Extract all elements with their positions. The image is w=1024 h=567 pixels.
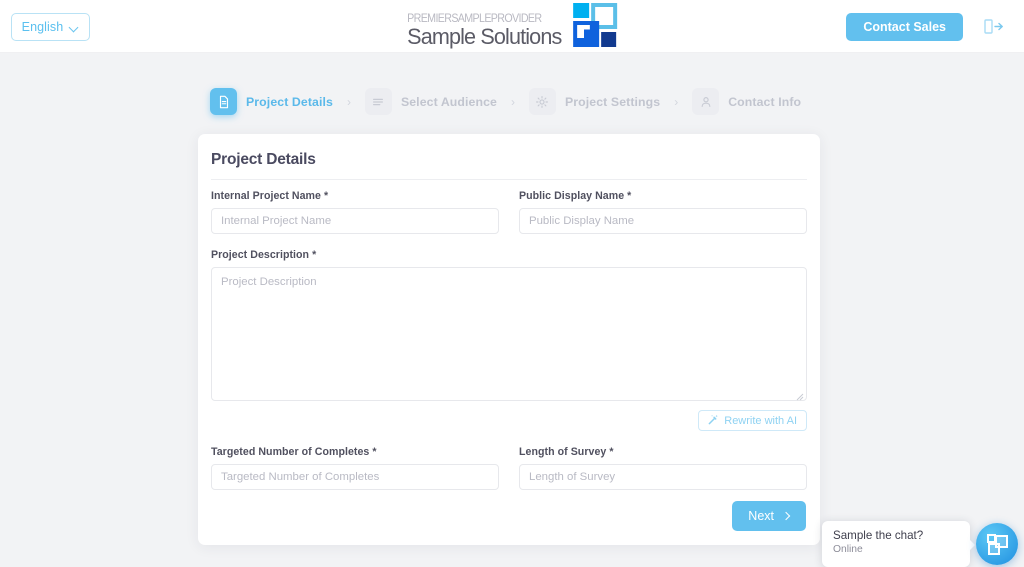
stepper-step-project-settings[interactable]: Project Settings	[528, 88, 661, 115]
language-selector[interactable]: English	[11, 13, 90, 41]
length-of-survey-group: Length of Survey *	[519, 446, 807, 490]
brand-logo: PREMIERSAMPLEPROVIDER Sample Solutions	[407, 3, 617, 49]
gear-icon	[528, 88, 556, 115]
card-divider	[211, 179, 807, 180]
length-of-survey-input[interactable]	[519, 464, 807, 490]
chat-prompt-title: Sample the chat?	[833, 529, 924, 542]
magic-wand-icon	[708, 414, 719, 428]
internal-project-name-label: Internal Project Name *	[211, 190, 329, 202]
squares-logo-mark-icon	[572, 3, 617, 47]
document-icon	[210, 88, 237, 115]
language-selector-label: English	[21, 20, 64, 34]
chat-launcher-button[interactable]	[976, 523, 1018, 565]
project-details-card: Project Details Internal Project Name * …	[198, 134, 820, 545]
stepper-label-contact-info: Contact Info	[728, 94, 802, 109]
login-arrow-icon[interactable]	[984, 19, 1003, 34]
person-icon	[692, 88, 720, 115]
chevron-down-icon	[70, 23, 79, 32]
page-title: Project Details	[211, 151, 316, 168]
stepper-separator-2: ›	[510, 94, 515, 109]
survey-fields-row: Targeted Number of Completes * Length of…	[211, 446, 807, 490]
page-root: English PREMIERSAMPLEPROVIDER Sample Sol…	[0, 0, 1024, 567]
contact-sales-button[interactable]: Contact Sales	[846, 13, 963, 41]
chat-status-label: Online	[833, 544, 863, 555]
brand-logo-text: PREMIERSAMPLEPROVIDER Sample Solutions	[407, 13, 568, 49]
list-lines-icon	[364, 88, 392, 115]
next-button[interactable]: Next	[732, 501, 806, 531]
site-header: English PREMIERSAMPLEPROVIDER Sample Sol…	[0, 0, 1024, 53]
stepper-label-project-settings: Project Settings	[564, 94, 661, 109]
wizard-stepper: Project Details › Select Audience › Proj…	[210, 88, 801, 115]
internal-project-name-group: Internal Project Name *	[211, 190, 499, 234]
stepper-label-project-details: Project Details	[246, 94, 333, 109]
next-button-label: Next	[748, 509, 774, 523]
name-fields-row: Internal Project Name * Public Display N…	[211, 190, 807, 234]
public-display-name-input[interactable]	[519, 208, 807, 234]
stepper-step-contact-info[interactable]: Contact Info	[692, 88, 801, 115]
stepper-step-project-details[interactable]: Project Details	[210, 88, 333, 115]
targeted-number-of-completes-group: Targeted Number of Completes *	[211, 446, 499, 490]
internal-project-name-input[interactable]	[211, 208, 499, 234]
chevron-right-icon	[783, 513, 790, 520]
rewrite-with-ai-button[interactable]: Rewrite with AI	[698, 410, 807, 431]
chat-logo-icon	[986, 533, 1008, 555]
stepper-step-select-audience[interactable]: Select Audience	[364, 88, 497, 115]
length-of-survey-label: Length of Survey *	[519, 446, 614, 458]
targeted-number-of-completes-input[interactable]	[211, 464, 499, 490]
project-description-textarea[interactable]	[211, 267, 807, 401]
chat-prompt-bubble[interactable]: Sample the chat? Online	[822, 521, 975, 567]
stepper-separator-1: ›	[346, 94, 351, 109]
project-description-group: Project Description *	[211, 249, 807, 401]
stepper-separator-3: ›	[674, 94, 679, 109]
rewrite-with-ai-label: Rewrite with AI	[724, 414, 797, 427]
project-description-label: Project Description *	[211, 249, 317, 261]
public-display-name-group: Public Display Name *	[519, 190, 807, 234]
brand-name: Sample Solutions	[407, 24, 562, 50]
targeted-number-of-completes-label: Targeted Number of Completes *	[211, 446, 377, 458]
stepper-label-select-audience: Select Audience	[400, 94, 497, 109]
public-display-name-label: Public Display Name *	[519, 190, 632, 202]
